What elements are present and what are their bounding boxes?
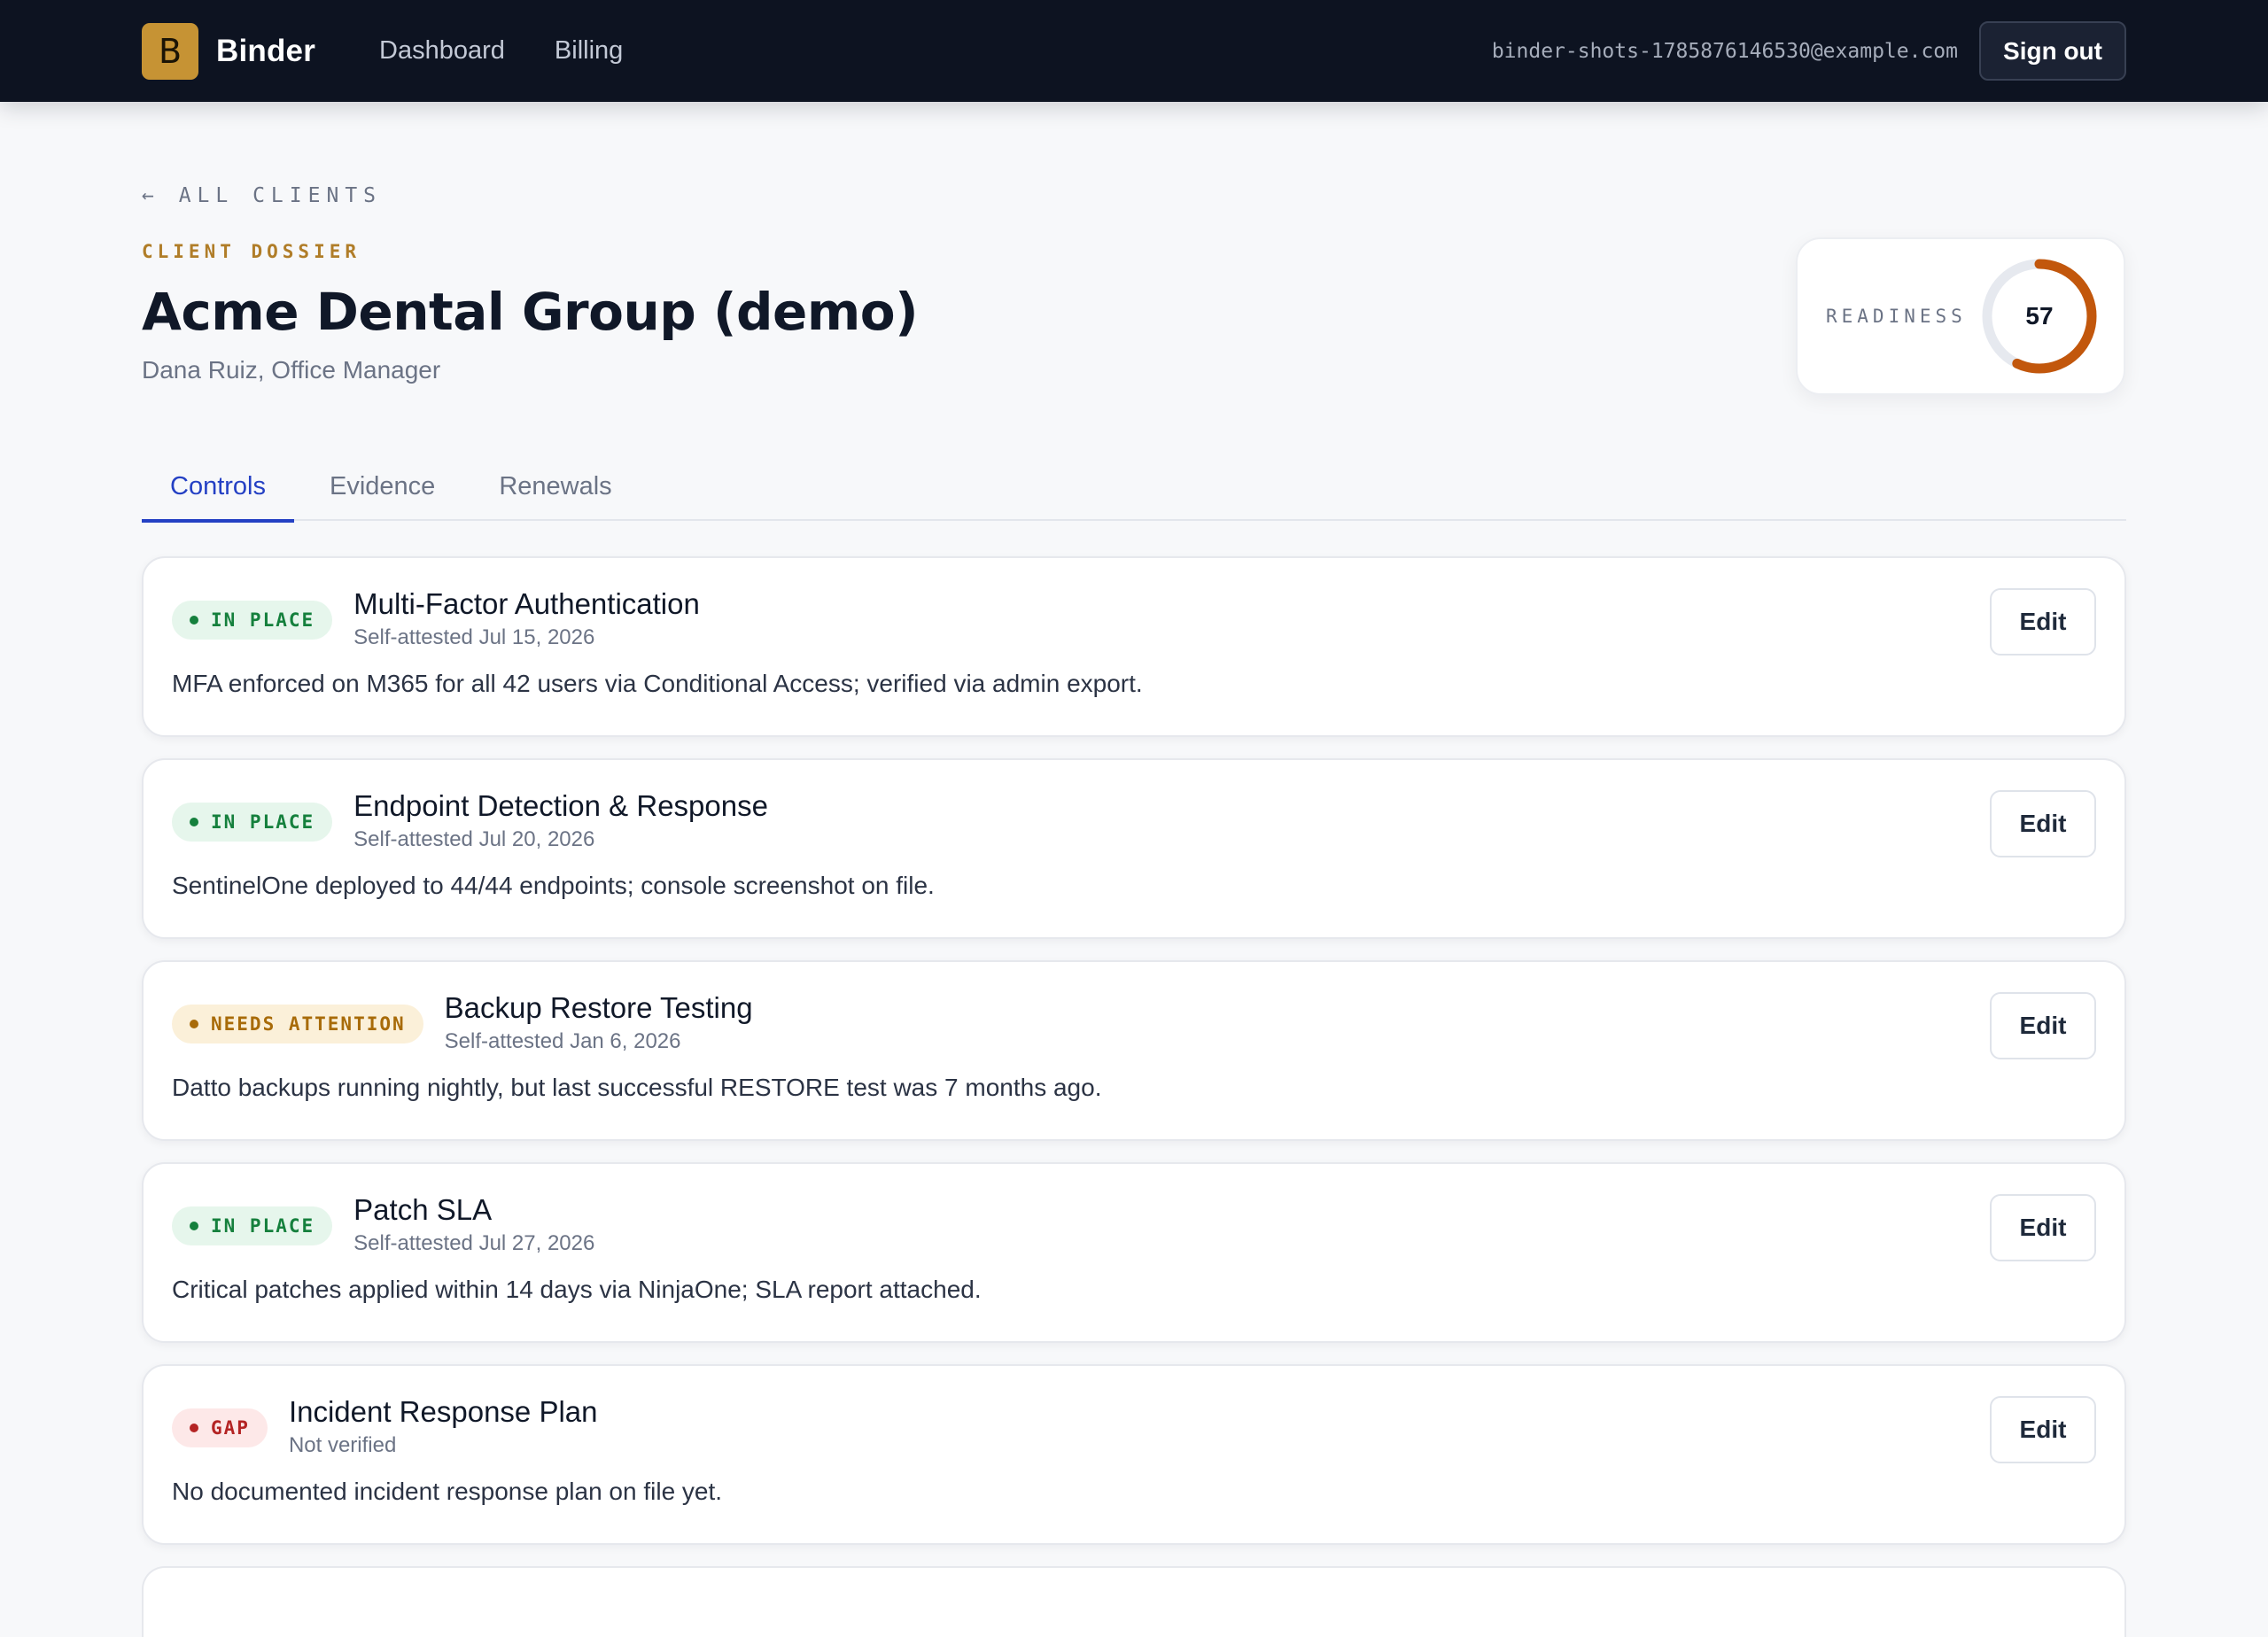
status-badge-label: NEEDS ATTENTION xyxy=(211,1013,406,1035)
status-badge: IN PLACE xyxy=(172,1206,333,1245)
control-card-backup: NEEDS ATTENTION Backup Restore Testing S… xyxy=(142,960,2126,1141)
control-title: Backup Restore Testing xyxy=(444,991,753,1024)
binder-logo-icon[interactable]: B xyxy=(142,22,198,80)
control-title: Patch SLA xyxy=(353,1193,493,1226)
status-badge: IN PLACE xyxy=(172,803,333,842)
control-title: Incident Response Plan xyxy=(288,1395,598,1428)
brand-name[interactable]: Binder xyxy=(216,34,315,69)
edit-button[interactable]: Edit xyxy=(1990,790,2096,857)
control-card-partial xyxy=(142,1566,2126,1637)
control-title: Endpoint Detection & Response xyxy=(353,789,768,822)
edit-button[interactable]: Edit xyxy=(1990,992,2096,1059)
sign-out-button[interactable]: Sign out xyxy=(1979,21,2126,81)
status-badge-label: IN PLACE xyxy=(211,811,315,833)
control-attestation: Not verified xyxy=(288,1433,397,1457)
edit-button[interactable]: Edit xyxy=(1990,588,2096,656)
control-attestation: Self-attested Jul 27, 2026 xyxy=(353,1231,595,1255)
status-dot-icon xyxy=(190,1222,198,1230)
top-navigation-bar: B Binder Dashboard Billing binder-shots-… xyxy=(0,0,2268,102)
status-badge: NEEDS ATTENTION xyxy=(172,1005,423,1043)
readiness-score: 57 xyxy=(2025,302,2054,330)
control-card-incident-response: GAP Incident Response Plan Not verified … xyxy=(142,1364,2126,1545)
control-attestation: Self-attested Jul 20, 2026 xyxy=(353,827,595,851)
control-title: Multi-Factor Authentication xyxy=(353,587,700,620)
client-contact: Dana Ruiz, Office Manager xyxy=(142,356,441,384)
status-dot-icon xyxy=(190,1020,198,1028)
status-badge-label: IN PLACE xyxy=(211,609,315,631)
user-area: binder-shots-1785876146530@example.com S… xyxy=(1492,21,2126,81)
control-description: No documented incident response plan on … xyxy=(172,1478,723,1505)
readiness-card: READINESS 57 xyxy=(1796,237,2125,395)
control-description: Datto backups running nightly, but last … xyxy=(172,1074,1102,1101)
controls-list: IN PLACE Multi-Factor Authentication Sel… xyxy=(142,556,2126,1637)
back-to-all-clients-link[interactable]: ← ALL CLIENTS xyxy=(142,184,382,207)
status-dot-icon xyxy=(190,818,198,826)
status-badge-label: GAP xyxy=(211,1417,250,1439)
control-card-mfa: IN PLACE Multi-Factor Authentication Sel… xyxy=(142,556,2126,737)
nav-dashboard[interactable]: Dashboard xyxy=(379,36,505,66)
dossier-tabs: Controls Evidence Renewals xyxy=(142,452,2126,523)
control-description: MFA enforced on M365 for all 42 users vi… xyxy=(172,670,1143,697)
status-badge: IN PLACE xyxy=(172,601,333,640)
control-card-edr: IN PLACE Endpoint Detection & Response S… xyxy=(142,758,2126,939)
status-dot-icon xyxy=(190,1424,198,1432)
page-title: Acme Dental Group (demo) xyxy=(142,282,919,342)
user-email: binder-shots-1785876146530@example.com xyxy=(1491,39,1959,63)
status-badge: GAP xyxy=(172,1408,268,1447)
main-nav: Dashboard Billing xyxy=(379,36,623,66)
tab-renewals[interactable]: Renewals xyxy=(470,452,640,521)
tab-evidence[interactable]: Evidence xyxy=(301,452,463,521)
edit-button[interactable]: Edit xyxy=(1990,1396,2096,1463)
edit-button[interactable]: Edit xyxy=(1990,1194,2096,1261)
status-dot-icon xyxy=(190,616,198,625)
control-attestation: Self-attested Jul 15, 2026 xyxy=(353,625,595,649)
control-description: SentinelOne deployed to 44/44 endpoints;… xyxy=(172,872,935,899)
readiness-label: READINESS xyxy=(1826,306,1967,327)
control-attestation: Self-attested Jan 6, 2026 xyxy=(444,1029,681,1053)
page-eyebrow: CLIENT DOSSIER xyxy=(142,241,361,262)
status-badge-label: IN PLACE xyxy=(211,1215,315,1237)
nav-billing[interactable]: Billing xyxy=(555,36,623,66)
control-description: Critical patches applied within 14 days … xyxy=(172,1276,982,1303)
control-card-patch-sla: IN PLACE Patch SLA Self-attested Jul 27,… xyxy=(142,1162,2126,1343)
tab-controls[interactable]: Controls xyxy=(142,452,294,523)
